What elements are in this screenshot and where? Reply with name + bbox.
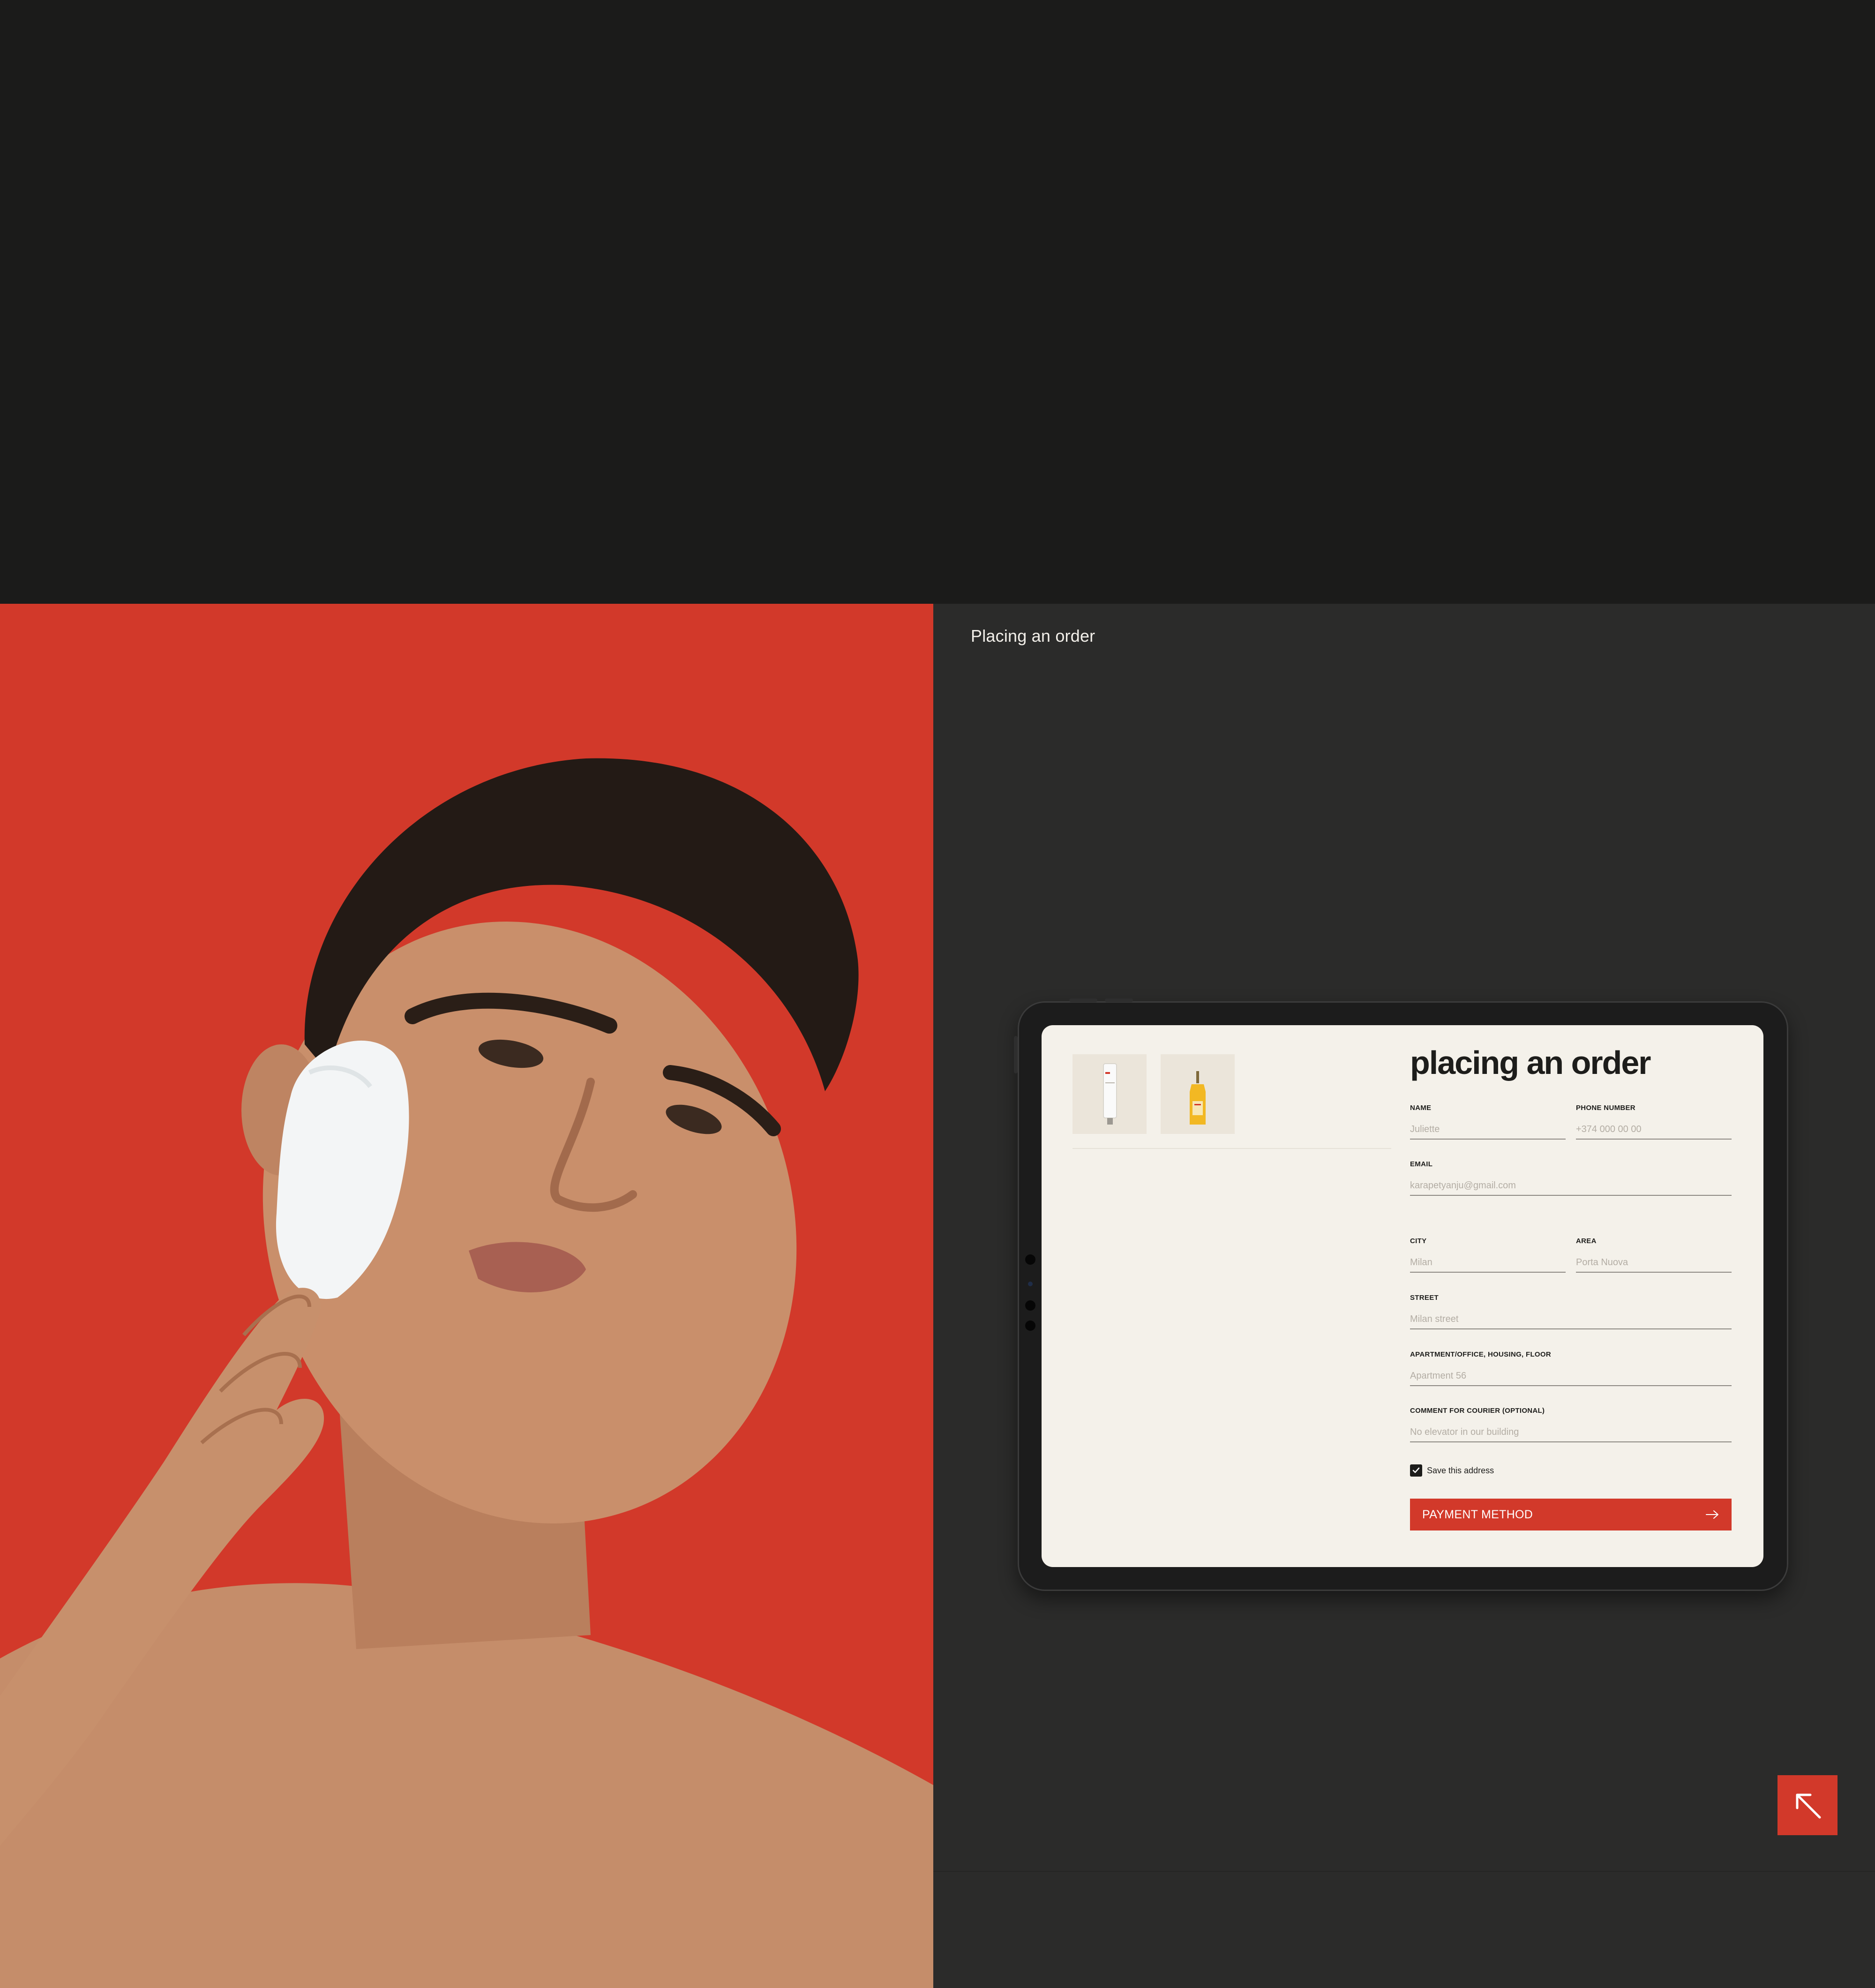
name-label: NAME [1410,1104,1432,1112]
order-showcase-panel: Placing an order placing an order NAME J… [933,604,1875,1988]
apartment-input[interactable] [1410,1371,1732,1386]
email-label: EMAIL [1410,1160,1433,1168]
panel-divider [933,1871,1875,1872]
name-field: NAME [1410,1104,1566,1140]
scroll-top-button[interactable] [1778,1775,1838,1835]
product-thumbnail-oil[interactable] [1161,1054,1235,1134]
tablet-side-button [1014,1036,1018,1073]
apartment-label: APARTMENT/OFFICE, HOUSING, FLOOR [1410,1350,1551,1358]
arrow-right-icon [1706,1510,1718,1519]
city-label: CITY [1410,1237,1427,1245]
camera-dot [1025,1300,1035,1311]
phone-field: PHONE NUMBER [1576,1104,1732,1140]
comment-field: COMMENT FOR COURIER (OPTIONAL) [1410,1407,1732,1442]
tablet-device: placing an order NAME PHONE NUMBER EMAIL… [1014,998,1788,1591]
save-address-row: Save this address [1410,1464,1494,1477]
save-address-label: Save this address [1427,1465,1494,1475]
city-field: CITY [1410,1237,1566,1273]
area-label: AREA [1576,1237,1597,1245]
tablet-screen: placing an order NAME PHONE NUMBER EMAIL… [1042,1025,1763,1567]
camera-lens [1028,1282,1033,1286]
apartment-field: APARTMENT/OFFICE, HOUSING, FLOOR [1410,1350,1732,1386]
checkmark-icon [1412,1467,1420,1473]
area-field: AREA [1576,1237,1732,1273]
tablet-top-button [1069,998,1097,1002]
cream-tube-icon [1103,1063,1117,1125]
top-band [0,0,1875,604]
comment-input[interactable] [1410,1427,1732,1442]
section-title: Placing an order [971,626,1095,645]
comment-label: COMMENT FOR COURIER (OPTIONAL) [1410,1407,1545,1415]
phone-input[interactable] [1576,1124,1732,1140]
phone-label: PHONE NUMBER [1576,1104,1635,1112]
email-input[interactable] [1410,1180,1732,1196]
oil-bottle-icon [1190,1071,1206,1125]
street-input[interactable] [1410,1314,1732,1329]
street-label: STREET [1410,1294,1439,1302]
arrow-up-left-icon [1796,1793,1821,1819]
product-thumbnail-tube[interactable] [1072,1054,1147,1134]
form-title: placing an order [1410,1044,1651,1081]
save-address-checkbox[interactable] [1410,1464,1422,1477]
man-applying-foam-illustration [0,758,933,1988]
email-field: EMAIL [1410,1160,1732,1196]
city-input[interactable] [1410,1257,1566,1273]
tablet-top-button [1105,998,1133,1002]
divider [1072,1148,1391,1149]
hero-photo [0,604,933,1988]
street-field: STREET [1410,1294,1732,1329]
camera-dot [1025,1254,1035,1265]
camera-dot [1025,1320,1035,1331]
payment-method-label: PAYMENT METHOD [1422,1508,1533,1521]
payment-method-button[interactable]: PAYMENT METHOD [1410,1499,1732,1530]
name-input[interactable] [1410,1124,1566,1140]
area-input[interactable] [1576,1257,1732,1273]
